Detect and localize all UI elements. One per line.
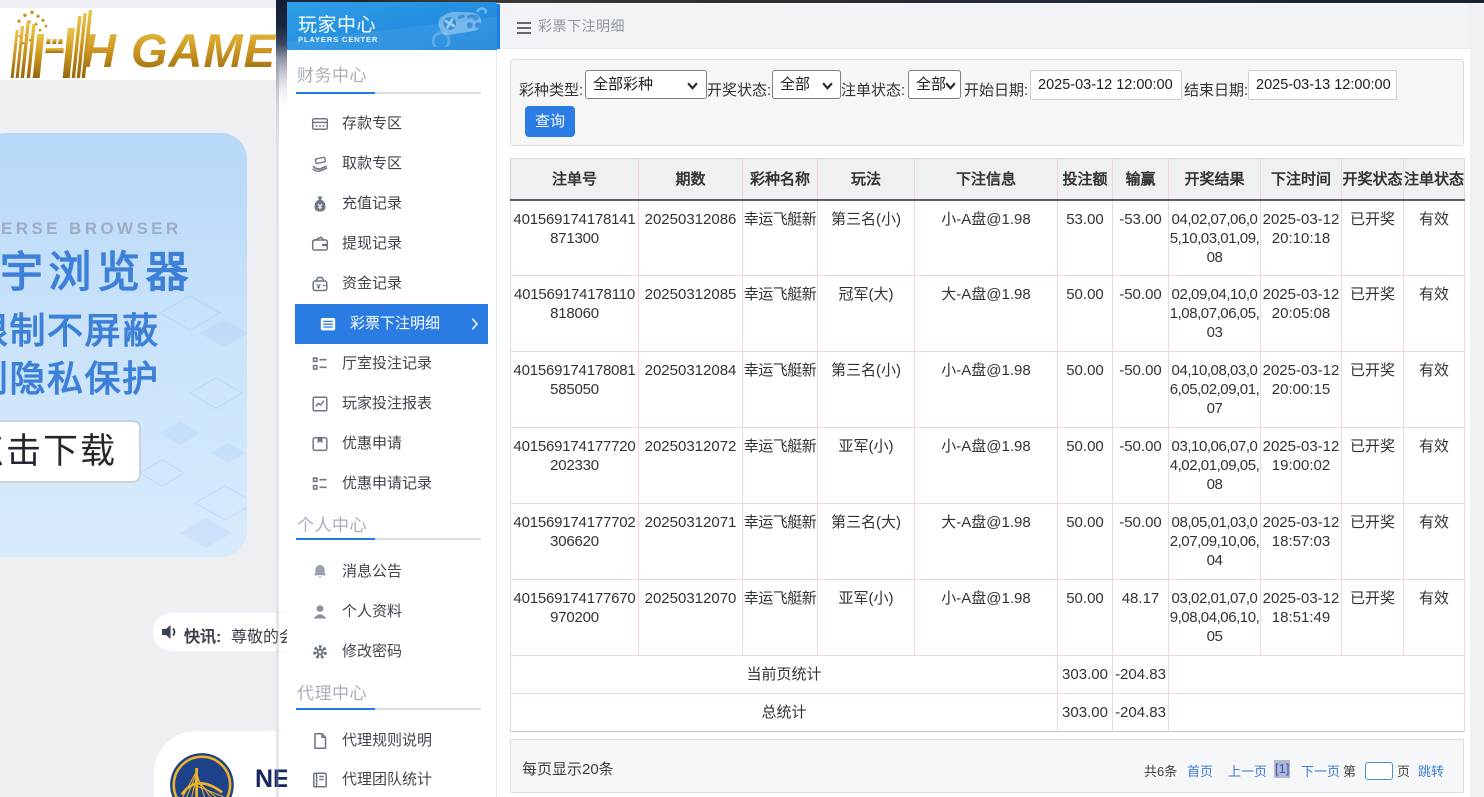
svg-text:H GAME: H GAME (82, 24, 277, 77)
